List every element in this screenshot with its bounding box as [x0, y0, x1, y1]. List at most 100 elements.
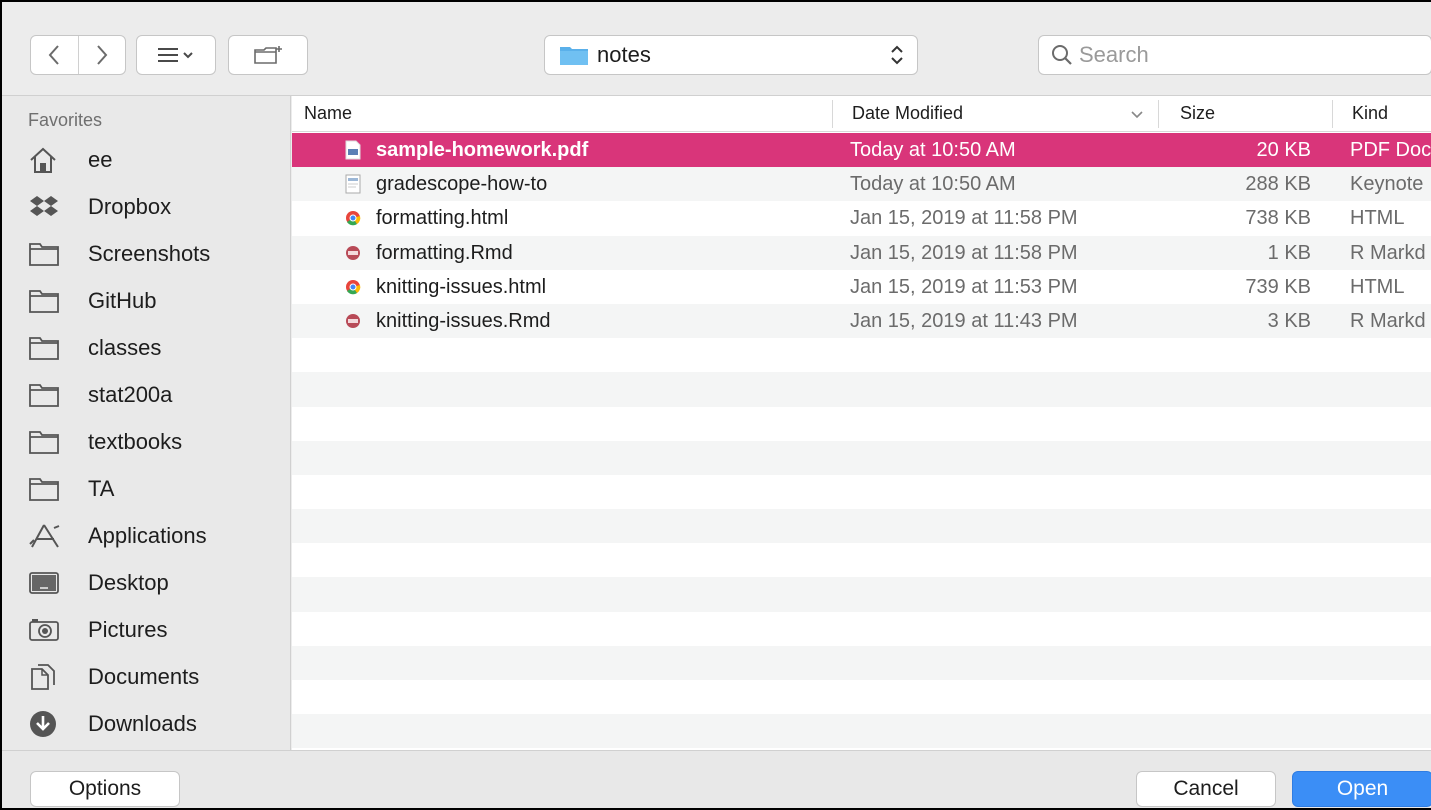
toolbar: notes	[2, 2, 1431, 96]
file-name: sample-homework.pdf	[376, 139, 589, 161]
file-list: Name Date Modified Size Kind sample-home…	[292, 96, 1431, 750]
options-button[interactable]: Options	[30, 771, 180, 807]
file-size: 3 KB	[1267, 309, 1311, 332]
folder-icon	[28, 238, 68, 270]
folder-icon	[28, 473, 68, 505]
rmd-icon	[346, 313, 360, 328]
cancel-button[interactable]: Cancel	[1136, 771, 1276, 807]
new-folder-button[interactable]	[228, 35, 308, 75]
empty-row	[292, 338, 1431, 372]
new-folder-icon	[254, 46, 282, 64]
sidebar-item-ee[interactable]: ee	[28, 140, 278, 180]
file-kind: R Markd	[1350, 309, 1426, 332]
file-size: 739 KB	[1245, 275, 1311, 298]
file-row[interactable]: sample-homework.pdf Today at 10:50 AM 20…	[292, 133, 1431, 168]
sidebar-item-stat200a[interactable]: stat200a	[28, 375, 278, 415]
up-down-chevron-icon	[891, 45, 903, 65]
sidebar-item-label: Desktop	[88, 570, 169, 595]
sidebar-item-ta[interactable]: TA	[28, 469, 278, 509]
open-button[interactable]: Open	[1292, 771, 1431, 807]
file-date: Jan 15, 2019 at 11:43 PM	[850, 309, 1078, 332]
file-name: knitting-issues.Rmd	[376, 309, 551, 332]
empty-row	[292, 372, 1431, 407]
keynote-icon	[345, 174, 361, 194]
empty-row	[292, 577, 1431, 612]
sort-chevron-down-icon	[1131, 111, 1143, 119]
rmd-icon	[346, 245, 360, 260]
search-field[interactable]	[1038, 35, 1431, 75]
chevron-left-icon	[49, 45, 60, 65]
sidebar-item-dropbox[interactable]: Dropbox	[28, 187, 278, 227]
folder-icon	[28, 332, 68, 364]
location-popup[interactable]: notes	[544, 35, 918, 75]
sidebar-item-label: Dropbox	[88, 194, 172, 219]
chrome-icon	[346, 279, 361, 295]
camera-icon	[28, 614, 68, 646]
sidebar-item-screenshots[interactable]: Screenshots	[28, 234, 278, 274]
sidebar-item-label: Documents	[88, 664, 200, 689]
sidebar-item-label: stat200a	[88, 382, 173, 407]
column-size[interactable]: Size	[1180, 103, 1215, 124]
sidebar-item-label: textbooks	[88, 429, 183, 454]
file-kind: PDF Doc	[1350, 139, 1431, 161]
folder-icon	[28, 285, 68, 317]
sidebar-item-label: ee	[88, 147, 113, 172]
empty-row	[292, 475, 1431, 509]
sidebar-item-label: Pictures	[88, 617, 168, 642]
sidebar-item-desktop[interactable]: Desktop	[28, 563, 278, 603]
sidebar: Favorites ee Dropbox Screenshots GitHub	[2, 96, 291, 750]
column-date-modified[interactable]: Date Modified	[852, 103, 963, 124]
file-size: 288 KB	[1245, 173, 1311, 196]
chevron-right-icon	[97, 45, 108, 65]
column-kind[interactable]: Kind	[1352, 103, 1388, 124]
file-kind: HTML	[1350, 275, 1405, 298]
back-button[interactable]	[31, 36, 78, 74]
file-row[interactable]: knitting-issues.html Jan 15, 2019 at 11:…	[292, 270, 1431, 304]
file-date: Jan 15, 2019 at 11:58 PM	[850, 241, 1078, 264]
sidebar-item-downloads[interactable]: Downloads	[28, 704, 278, 744]
empty-row	[292, 645, 1431, 680]
chrome-icon	[346, 211, 361, 226]
view-options-button[interactable]	[136, 35, 216, 75]
home-icon	[28, 144, 68, 176]
file-kind: Keynote	[1350, 173, 1424, 196]
dropbox-icon	[28, 191, 68, 223]
file-row[interactable]: gradescope-how-to Today at 10:50 AM 288 …	[292, 167, 1431, 202]
folder-icon	[28, 426, 68, 458]
sidebar-item-github[interactable]: GitHub	[28, 281, 278, 321]
pdf-icon	[345, 140, 361, 160]
empty-row	[292, 440, 1431, 475]
sidebar-heading: Favorites	[28, 110, 103, 130]
column-divider[interactable]	[832, 100, 833, 128]
file-size: 1 KB	[1267, 241, 1311, 264]
file-name: gradescope-how-to	[376, 173, 548, 196]
sidebar-item-pictures[interactable]: Pictures	[28, 610, 278, 650]
open-file-dialog: notes Favorites ee Dropbox	[0, 0, 1431, 810]
file-date: Today at 10:50 AM	[850, 139, 1016, 161]
file-row[interactable]: knitting-issues.Rmd Jan 15, 2019 at 11:4…	[292, 303, 1431, 339]
applications-icon	[28, 520, 68, 552]
column-divider[interactable]	[1332, 100, 1333, 128]
sidebar-item-documents[interactable]: Documents	[28, 657, 278, 697]
file-name: formatting.html	[376, 207, 509, 230]
file-row[interactable]: formatting.html Jan 15, 2019 at 11:58 PM…	[292, 201, 1431, 235]
column-name[interactable]: Name	[304, 103, 352, 124]
empty-row	[292, 680, 1431, 714]
search-icon	[1052, 45, 1072, 65]
folder-icon	[560, 47, 588, 65]
forward-button[interactable]	[77, 36, 125, 74]
search-input[interactable]	[1079, 42, 1399, 68]
file-size: 738 KB	[1245, 207, 1311, 230]
sidebar-item-label: TA	[88, 476, 115, 501]
sidebar-item-textbooks[interactable]: textbooks	[28, 422, 278, 462]
file-date: Jan 15, 2019 at 11:53 PM	[850, 275, 1078, 298]
sidebar-item-label: Screenshots	[88, 241, 211, 266]
sidebar-item-classes[interactable]: classes	[28, 328, 278, 368]
downloads-icon	[28, 708, 68, 740]
column-divider[interactable]	[1158, 100, 1159, 128]
file-size: 20 KB	[1256, 139, 1311, 161]
empty-row	[292, 407, 1431, 441]
sidebar-item-applications[interactable]: Applications	[28, 516, 278, 556]
file-row[interactable]: formatting.Rmd Jan 15, 2019 at 11:58 PM …	[292, 235, 1431, 270]
file-name: knitting-issues.html	[376, 275, 547, 298]
